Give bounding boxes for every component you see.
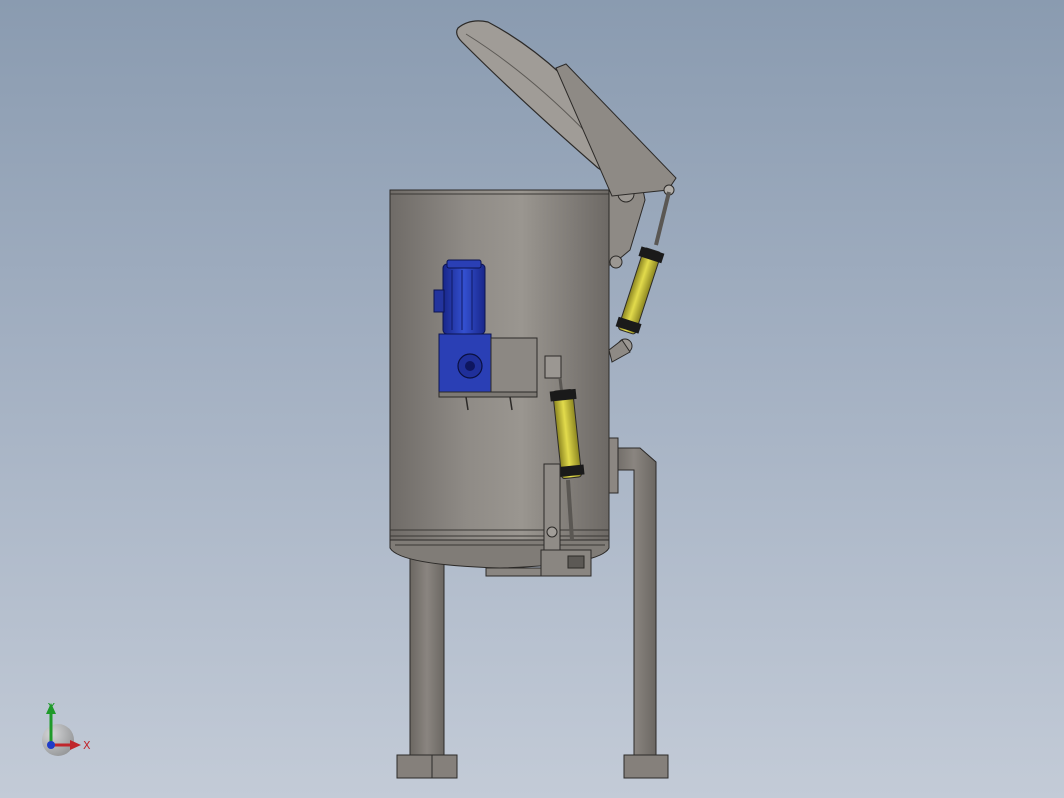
cad-viewport[interactable]: Y X xyxy=(0,0,1064,798)
coordinate-triad: Y X xyxy=(42,701,91,756)
tank-lid xyxy=(456,20,677,197)
x-axis-arrowhead xyxy=(70,740,81,750)
x-axis-label: X xyxy=(83,739,91,752)
model-scene[interactable]: Y X xyxy=(0,0,1064,798)
triad-hub xyxy=(42,724,74,756)
right-leg xyxy=(607,437,669,779)
y-axis-label: Y xyxy=(47,701,55,714)
z-axis-dot xyxy=(47,741,55,749)
